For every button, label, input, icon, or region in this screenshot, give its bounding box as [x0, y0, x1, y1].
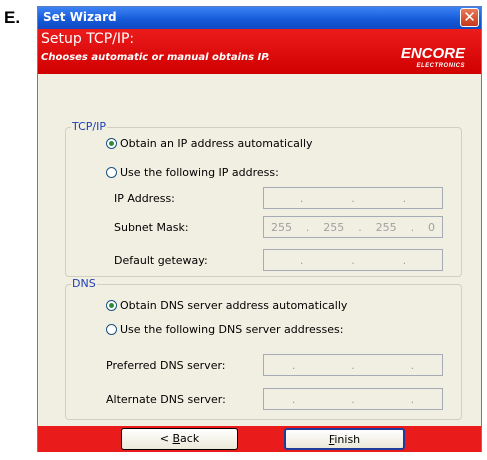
radio-selected-icon [106, 300, 117, 311]
radio-unselected-icon [106, 324, 117, 335]
tcpip-group: TCP/IP Obtain an IP address automaticall… [65, 120, 462, 277]
back-button[interactable]: < Back [121, 428, 238, 450]
ip-address-field[interactable]: . . . [263, 187, 443, 209]
wizard-window: Set Wizard ✕ Setup TCP/IP: Chooses autom… [37, 6, 482, 452]
default-gateway-field[interactable]: . . . [263, 249, 443, 271]
subnet-mask-field[interactable]: 255. 255. 255. 0 [263, 216, 443, 238]
preferred-dns-label: Preferred DNS server: [106, 359, 226, 372]
ip-dot: . [299, 253, 304, 267]
ip-dot: . [410, 220, 415, 234]
alternate-dns-label: Alternate DNS server: [106, 393, 226, 406]
ip-dot: . [410, 392, 415, 406]
radio-unselected-icon [106, 167, 117, 178]
back-button-prefix: < [159, 432, 173, 445]
encore-logo: ENCORE ELECTRONICS [401, 46, 465, 73]
finish-button[interactable]: Finish [284, 428, 405, 450]
ip-address-label: IP Address: [114, 192, 175, 205]
ip-dot: . [351, 392, 355, 406]
radio-obtain-dns-auto[interactable]: Obtain DNS server address automatically [106, 299, 347, 312]
close-icon: ✕ [463, 8, 476, 26]
ip-dot: . [402, 191, 407, 205]
step-label: E. [4, 8, 21, 27]
ip-dot: . [351, 253, 355, 267]
radio-use-ip-manual[interactable]: Use the following IP address: [106, 166, 279, 179]
ip-dot: . [291, 392, 296, 406]
default-gateway-label: Default geteway: [114, 254, 208, 267]
tcpip-group-label: TCP/IP [71, 120, 107, 133]
ip-dot: . [358, 220, 362, 234]
ip-dot: . [351, 358, 355, 372]
ip-dot: . [351, 191, 355, 205]
ip-dot: . [410, 358, 415, 372]
finish-button-label: inish [334, 433, 361, 446]
header-title: Setup TCP/IP: [41, 31, 135, 47]
mask-octet: 255 [375, 220, 397, 234]
dns-group-label: DNS [71, 277, 97, 290]
radio-obtain-dns-auto-label: Obtain DNS server address automatically [120, 299, 348, 312]
radio-use-ip-manual-label: Use the following IP address: [120, 166, 279, 179]
radio-use-dns-manual[interactable]: Use the following DNS server addresses: [106, 323, 343, 336]
title-bar[interactable]: Set Wizard ✕ [38, 7, 481, 29]
radio-obtain-ip-auto-label: Obtain an IP address automatically [120, 137, 313, 150]
subnet-mask-label: Subnet Mask: [114, 221, 189, 234]
preferred-dns-field[interactable]: ... [263, 354, 443, 376]
alternate-dns-field[interactable]: ... [263, 388, 443, 410]
mask-octet: 255 [270, 220, 292, 234]
radio-obtain-ip-auto[interactable]: Obtain an IP address automatically [106, 137, 313, 150]
dns-group: DNS Obtain DNS server address automatica… [65, 277, 462, 420]
ip-dot: . [305, 220, 310, 234]
radio-selected-icon [106, 138, 117, 149]
window-title: Set Wizard [43, 10, 117, 24]
back-button-hotkey: B [172, 432, 181, 445]
ip-dot: . [291, 358, 296, 372]
wizard-footer: < Back Finish [38, 426, 481, 452]
mask-octet: 0 [427, 220, 435, 234]
back-button-label: ack [180, 432, 200, 445]
ip-dot: . [402, 253, 407, 267]
wizard-header: Setup TCP/IP: Chooses automatic or manua… [38, 29, 481, 74]
header-subtitle: Chooses automatic or manual obtains IP. [41, 52, 270, 63]
close-button[interactable]: ✕ [460, 8, 479, 27]
radio-use-dns-manual-label: Use the following DNS server addresses: [120, 323, 344, 336]
mask-octet: 255 [323, 220, 345, 234]
ip-dot: . [299, 191, 304, 205]
